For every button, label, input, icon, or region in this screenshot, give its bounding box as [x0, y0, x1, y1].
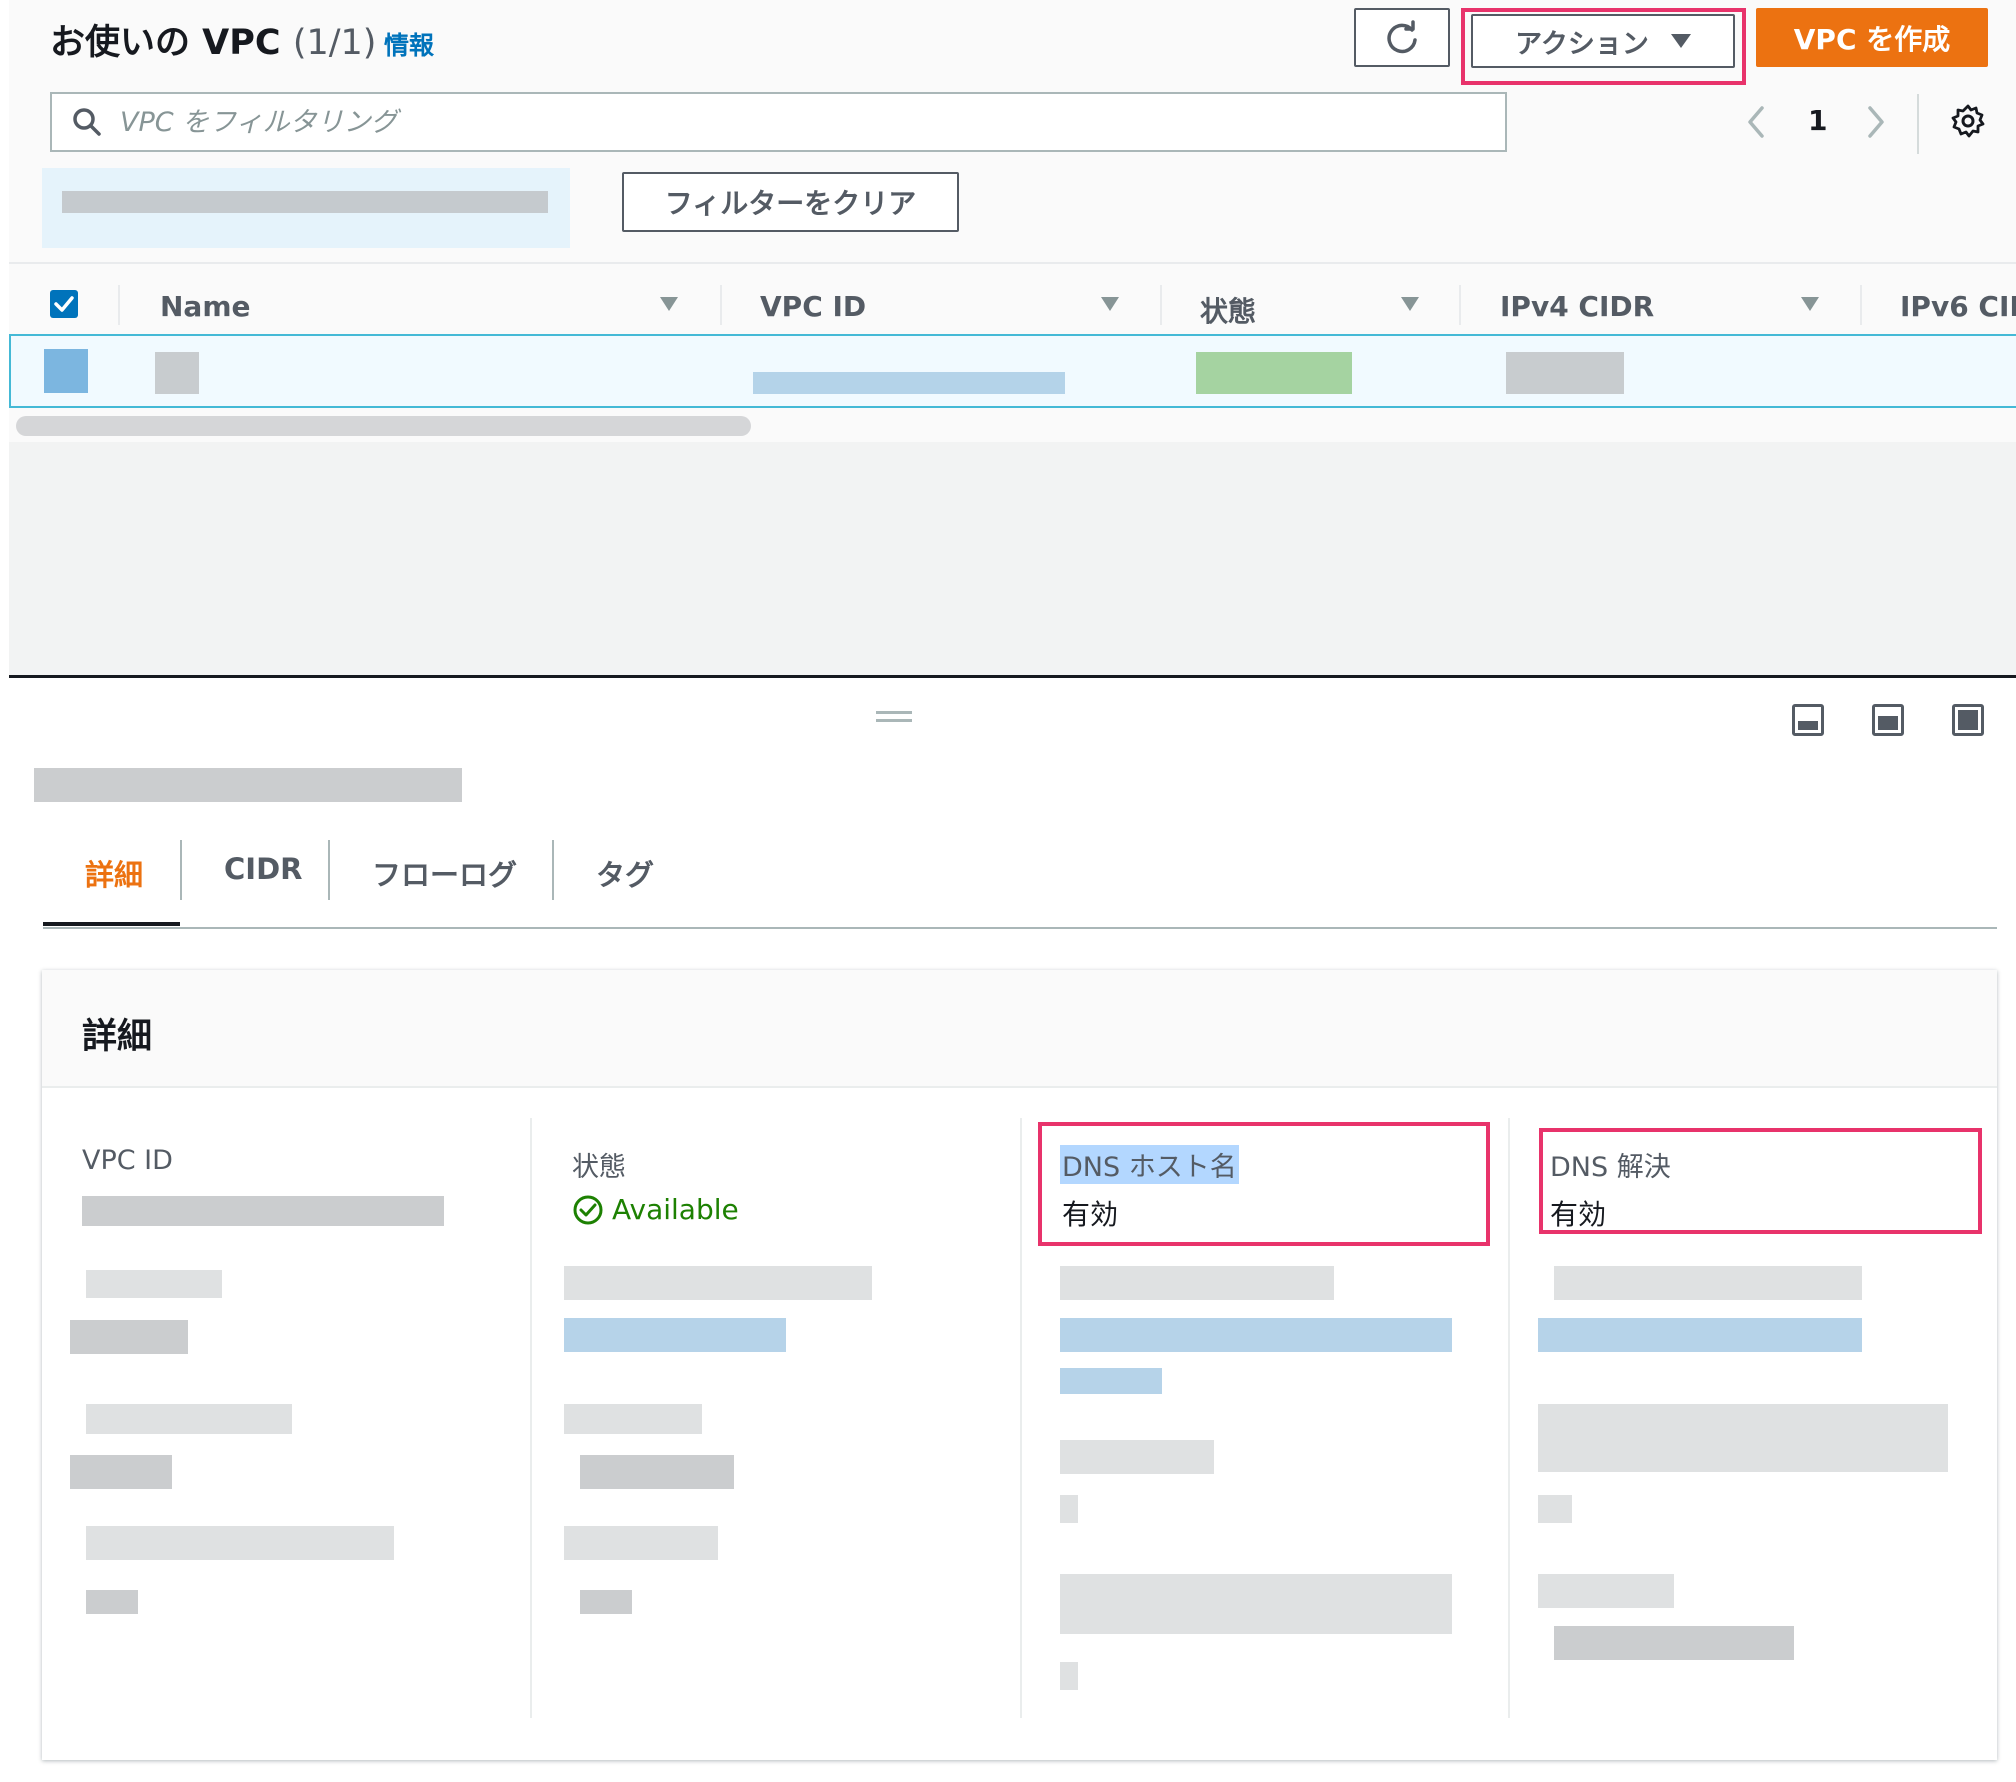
redacted-field [1538, 1404, 1948, 1472]
highlight-box-dns-resolution [1539, 1128, 1982, 1234]
pagination-divider [1917, 94, 1919, 154]
column-separator [1860, 285, 1862, 325]
redacted-ipv4-cidr [1506, 352, 1624, 394]
redacted-field [86, 1590, 138, 1614]
field-label-state: 状態 [572, 1152, 626, 1183]
column-separator [1160, 285, 1162, 325]
clear-filter-button[interactable]: フィルターをクリア [622, 172, 959, 232]
redacted-field [70, 1455, 172, 1489]
column-header-ipv6-cidr[interactable]: IPv6 CIDI [1900, 290, 2016, 323]
check-icon [54, 296, 74, 312]
preference-bottom-icon[interactable] [1792, 704, 1824, 736]
tab-tags[interactable]: タグ [596, 852, 654, 894]
select-all-checkbox[interactable] [50, 290, 78, 318]
horizontal-scrollbar[interactable] [16, 416, 751, 436]
column-separator [118, 285, 120, 325]
status-text: Available [612, 1193, 739, 1226]
refresh-icon [1387, 19, 1417, 53]
tab-cidr[interactable]: CIDR [224, 852, 302, 886]
redacted-field [70, 1320, 188, 1354]
split-panel-divider[interactable] [9, 675, 2016, 678]
tabs-baseline [43, 927, 1997, 929]
info-link[interactable]: 情報 [384, 26, 434, 62]
redacted-vpc-id-value [82, 1196, 444, 1226]
redacted-field [1060, 1495, 1078, 1523]
chevron-left-icon[interactable] [1746, 102, 1766, 142]
column-separator [1020, 1118, 1022, 1718]
column-header-ipv4-cidr[interactable]: IPv4 CIDR [1500, 290, 1654, 323]
active-tab-indicator [43, 922, 180, 926]
page-title-text: お使いの VPC [50, 23, 281, 63]
redacted-filter-text [62, 191, 548, 213]
redacted-field [1538, 1495, 1572, 1523]
refresh-button[interactable] [1354, 8, 1450, 67]
status-ok-icon [573, 1195, 603, 1224]
redacted-field [564, 1266, 872, 1300]
redacted-field [580, 1455, 734, 1489]
create-vpc-button[interactable]: VPC を作成 [1756, 8, 1988, 67]
tab-separator [180, 840, 182, 900]
row-checkbox[interactable] [44, 349, 88, 393]
sort-icon[interactable] [1101, 297, 1119, 311]
filter-search-box[interactable] [50, 92, 1507, 152]
redacted-link[interactable] [1060, 1368, 1162, 1394]
gear-icon[interactable] [1950, 103, 1986, 139]
sort-icon[interactable] [1801, 297, 1819, 311]
column-header-vpc-id[interactable]: VPC ID [760, 290, 866, 323]
resource-count: (1/1) [292, 23, 377, 63]
redacted-field [1060, 1266, 1334, 1300]
preference-side-icon[interactable] [1872, 704, 1904, 736]
redacted-field [86, 1526, 394, 1560]
vpc-filter-input[interactable] [120, 106, 1020, 138]
page-title: お使いの VPC (1/1) [50, 14, 376, 65]
redacted-field [1060, 1662, 1078, 1690]
table-row[interactable] [9, 334, 2016, 408]
redacted-field [1538, 1574, 1674, 1608]
highlight-box-dns-hostnames [1038, 1122, 1490, 1246]
column-separator [1459, 285, 1461, 325]
redacted-field [1060, 1574, 1452, 1634]
redacted-field [564, 1526, 718, 1560]
column-separator [720, 285, 722, 325]
preference-full-icon[interactable] [1952, 704, 1984, 736]
details-title: 詳細 [82, 1017, 153, 1057]
column-header-name[interactable]: Name [160, 290, 251, 323]
redacted-state [1196, 352, 1352, 394]
redacted-field [1554, 1266, 1862, 1300]
redacted-link[interactable] [1538, 1318, 1862, 1352]
resize-handle[interactable] [876, 719, 912, 722]
redacted-field [86, 1270, 222, 1298]
resize-handle[interactable] [876, 711, 912, 714]
tab-separator [328, 840, 330, 900]
redacted-link[interactable] [1060, 1318, 1452, 1352]
redacted-vpc-id [753, 372, 1065, 394]
column-header-state[interactable]: 状態 [1200, 290, 1256, 330]
redacted-field [1554, 1626, 1794, 1660]
field-label-vpc-id: VPC ID [82, 1145, 173, 1176]
redacted-selected-vpc-title [34, 768, 462, 802]
sort-icon[interactable] [660, 297, 678, 311]
column-separator [530, 1118, 532, 1718]
column-separator [1508, 1118, 1510, 1718]
status-available: Available [572, 1193, 739, 1226]
sort-icon[interactable] [1401, 297, 1419, 311]
redacted-field [1060, 1440, 1214, 1474]
table-header-divider [9, 262, 2016, 264]
tab-separator [552, 840, 554, 900]
redacted-name [155, 352, 199, 394]
tab-flow-logs[interactable]: フローログ [372, 852, 517, 894]
search-icon [73, 108, 101, 136]
redacted-field [564, 1404, 702, 1434]
tab-details[interactable]: 詳細 [85, 852, 143, 894]
highlight-box-actions [1461, 8, 1746, 85]
redacted-link[interactable] [564, 1318, 786, 1352]
chevron-right-icon[interactable] [1866, 102, 1886, 142]
redacted-field [580, 1590, 632, 1614]
details-header [42, 970, 1997, 1088]
pagination-current-page[interactable]: 1 [1808, 104, 1827, 137]
redacted-field [86, 1404, 292, 1434]
